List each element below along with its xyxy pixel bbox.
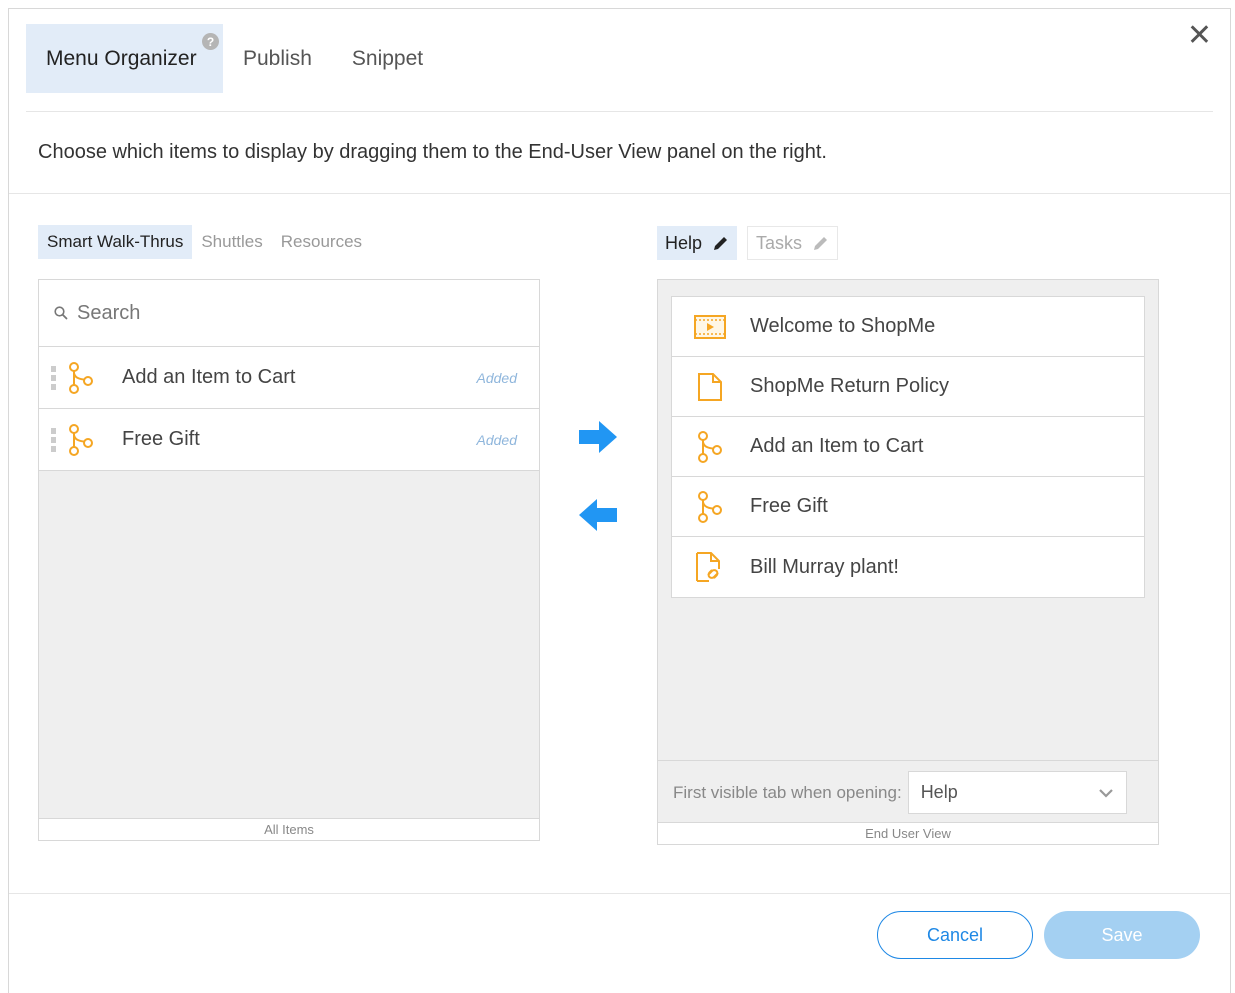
tab-tasks[interactable]: Tasks bbox=[747, 226, 839, 260]
content-type-tabs: Smart Walk-Thrus Shuttles Resources bbox=[38, 225, 371, 259]
close-icon[interactable]: ✕ bbox=[1187, 21, 1212, 51]
walkthru-icon bbox=[698, 490, 722, 523]
footer-divider bbox=[9, 893, 1230, 894]
first-visible-tab-select[interactable]: Help bbox=[907, 771, 1127, 814]
list-item[interactable]: ShopMe Return Policy bbox=[672, 357, 1144, 417]
tab-menu-organizer[interactable]: Menu Organizer ? bbox=[26, 24, 223, 93]
first-visible-tab-row: First visible tab when opening: Help bbox=[658, 760, 1158, 824]
video-icon bbox=[694, 314, 726, 339]
move-right-arrow-icon[interactable] bbox=[577, 419, 619, 455]
list-item[interactable]: Welcome to ShopMe bbox=[672, 297, 1144, 357]
pencil-icon[interactable] bbox=[712, 235, 729, 252]
top-tabs: Menu Organizer ? Publish Snippet bbox=[26, 24, 443, 93]
list-item-label: Welcome to ShopMe bbox=[750, 315, 936, 337]
help-icon[interactable]: ? bbox=[202, 33, 219, 50]
list-item[interactable]: Bill Murray plant! bbox=[672, 537, 1144, 597]
pencil-icon[interactable] bbox=[812, 235, 829, 252]
instructions-divider bbox=[9, 193, 1230, 194]
menu-organizer-dialog: Menu Organizer ? Publish Snippet ✕ Choos… bbox=[8, 8, 1231, 993]
list-item-label: Free Gift bbox=[122, 428, 200, 450]
list-item[interactable]: Free Gift bbox=[672, 477, 1144, 537]
end-user-view-footer: End User View bbox=[658, 822, 1158, 844]
link-document-icon bbox=[696, 552, 720, 582]
move-left-arrow-icon[interactable] bbox=[577, 497, 619, 533]
drag-handle-icon[interactable] bbox=[51, 427, 57, 452]
tab-publish-label: Publish bbox=[243, 46, 312, 70]
search-row bbox=[39, 280, 539, 347]
search-input[interactable] bbox=[75, 300, 495, 326]
tab-smart-walk-thrus[interactable]: Smart Walk-Thrus bbox=[38, 225, 193, 259]
list-item[interactable]: Add an Item to Cart bbox=[672, 417, 1144, 477]
list-item-label: ShopMe Return Policy bbox=[750, 375, 949, 397]
all-items-footer: All Items bbox=[39, 818, 539, 840]
tab-snippet-label: Snippet bbox=[351, 46, 424, 70]
header-divider bbox=[26, 111, 1213, 112]
instructions-text: Choose which items to display by draggin… bbox=[38, 141, 827, 163]
list-item[interactable]: Free Gift Added bbox=[39, 409, 539, 471]
tab-help-label: Help bbox=[665, 232, 703, 253]
list-item[interactable]: Add an Item to Cart Added bbox=[39, 347, 539, 409]
first-visible-tab-value: Help bbox=[920, 782, 958, 802]
view-tabs: Help Tasks bbox=[657, 226, 839, 260]
list-item-label: Bill Murray plant! bbox=[750, 555, 899, 578]
chevron-down-icon bbox=[1098, 788, 1113, 798]
drag-handle-icon[interactable] bbox=[51, 365, 57, 390]
save-button[interactable]: Save bbox=[1044, 911, 1200, 959]
list-item-label: Free Gift bbox=[750, 495, 828, 517]
tab-tasks-label: Tasks bbox=[756, 232, 803, 253]
added-badge: Added bbox=[476, 431, 517, 448]
walkthru-icon bbox=[69, 423, 93, 456]
end-user-item-list: Welcome to ShopMe ShopMe Return Policy A… bbox=[671, 296, 1145, 598]
all-items-panel: Add an Item to Cart Added Free Gift Adde… bbox=[38, 279, 540, 841]
list-item-label: Add an Item to Cart bbox=[750, 435, 924, 457]
document-icon bbox=[698, 372, 722, 401]
cancel-button[interactable]: Cancel bbox=[877, 911, 1033, 959]
tab-resources[interactable]: Resources bbox=[272, 225, 371, 259]
tab-help[interactable]: Help bbox=[657, 226, 738, 260]
tab-menu-organizer-label: Menu Organizer bbox=[46, 46, 197, 70]
tab-snippet[interactable]: Snippet bbox=[332, 24, 443, 93]
end-user-view-panel: Welcome to ShopMe ShopMe Return Policy A… bbox=[657, 279, 1159, 845]
added-badge: Added bbox=[476, 369, 517, 386]
search-icon bbox=[54, 306, 68, 320]
tab-publish[interactable]: Publish bbox=[223, 24, 332, 93]
tab-shuttles[interactable]: Shuttles bbox=[192, 225, 271, 259]
first-visible-tab-label: First visible tab when opening: bbox=[673, 782, 902, 802]
walkthru-icon bbox=[698, 430, 722, 463]
walkthru-icon bbox=[69, 361, 93, 394]
list-item-label: Add an Item to Cart bbox=[122, 366, 296, 388]
